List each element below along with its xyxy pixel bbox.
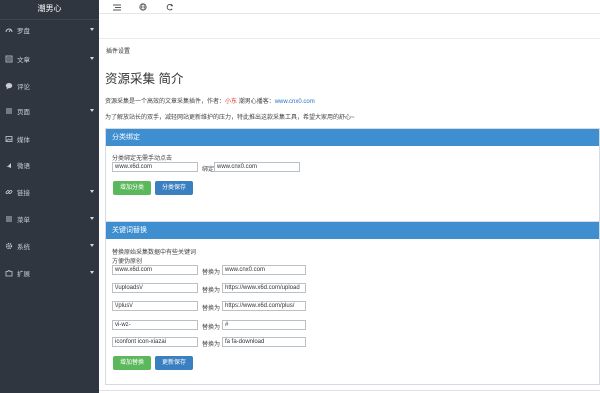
replace-label: 替换为 (202, 306, 221, 312)
sidebar-item-articles[interactable]: 文章 (0, 52, 99, 66)
replace-to-input[interactable]: https://www.x6d.com/plus/ (222, 301, 306, 311)
keyword-replace-panel: 关键词替换 替换原始采集数据中有些关键词 方便伪原创 www.x6d.com 替… (105, 221, 600, 385)
refresh-icon[interactable] (165, 2, 175, 12)
puzzle-icon (4, 269, 13, 278)
replace-label: 替换为 (202, 342, 221, 348)
brand-title[interactable]: 潮男心 (0, 0, 99, 20)
sidebar-item-label: 扩展 (17, 271, 30, 278)
sidebar-item-comments[interactable]: 评论 (0, 79, 99, 93)
replace-from-input[interactable]: vi-wz- (112, 320, 198, 330)
sidebar-item-pages[interactable]: 页面 (0, 104, 99, 118)
blog-link[interactable]: www.cnx0.com (275, 99, 315, 105)
page-icon (4, 107, 13, 116)
chevron-down-icon (90, 244, 94, 247)
replace-from-input[interactable]: www.x6d.com (112, 265, 198, 275)
bind-label: 绑定 (202, 167, 215, 173)
replace-label: 替换为 (202, 288, 221, 294)
intro-text: 资源采集是一个高效的文章采集插件，作者：小东 潮男心播客：www.cnx0.co… (105, 96, 315, 105)
breadcrumb: 插件设置 (106, 49, 131, 55)
link-icon (4, 188, 13, 197)
replace-from-input[interactable]: \/plus\/ (112, 301, 198, 311)
sidebar-item-system[interactable]: 系统 (0, 239, 99, 253)
sidebar-item-label: 微语 (17, 163, 30, 170)
category-source-input[interactable]: www.x6d.com (112, 162, 198, 172)
chevron-down-icon (90, 217, 94, 220)
panel-title: 分类绑定 (106, 129, 599, 146)
globe-icon[interactable] (138, 2, 148, 12)
chevron-down-icon (90, 190, 94, 193)
add-replace-button[interactable]: 增加替换 (113, 356, 151, 370)
gear-icon (4, 242, 13, 251)
replace-to-input[interactable]: fa fa-download (222, 337, 306, 347)
replace-label: 替换为 (202, 325, 221, 331)
dashboard-icon (4, 26, 13, 35)
update-save-button[interactable]: 更新保存 (155, 356, 193, 370)
chevron-down-icon (90, 271, 94, 274)
sidebar-item-label: 文章 (17, 57, 30, 64)
chevron-down-icon (90, 57, 94, 60)
sidebar-item-media[interactable]: 媒体 (0, 132, 99, 146)
sidebar: 潮男心 罗盘 文章 评论 页面 媒体 微语 链接 菜单 系统 扩展 (0, 0, 99, 393)
replace-to-input[interactable]: # (222, 320, 306, 330)
sidebar-item-label: 菜单 (17, 217, 30, 224)
media-icon (4, 135, 13, 144)
sidebar-item-micro-posts[interactable]: 微语 (0, 158, 99, 172)
divider (99, 390, 600, 391)
save-category-button[interactable]: 分类保存 (155, 181, 193, 195)
replace-to-input[interactable]: https://www.x6d.com/upload (222, 283, 306, 293)
keyword-hint-2: 方便伪原创 (112, 259, 143, 265)
author-name[interactable]: 小东 (225, 99, 237, 105)
intro-text-middle: 潮男心播客： (237, 99, 275, 105)
panel-title: 关键词替换 (106, 222, 599, 239)
sidebar-item-label: 罗盘 (17, 28, 30, 35)
sidebar-item-label: 页面 (17, 109, 30, 116)
menu-toggle-icon[interactable] (112, 2, 122, 12)
sidebar-item-label: 系统 (17, 244, 30, 251)
sidebar-item-links[interactable]: 链接 (0, 185, 99, 199)
sidebar-item-label: 评论 (17, 84, 30, 91)
main-content: 插件设置 资源采集 简介 资源采集是一个高效的文章采集插件，作者：小东 潮男心播… (99, 14, 600, 393)
replace-from-input[interactable]: iconfont icon-xiazai (112, 337, 198, 347)
category-target-input[interactable]: www.cnx0.com (214, 162, 300, 172)
sidebar-item-extensions[interactable]: 扩展 (0, 266, 99, 280)
topbar (99, 0, 600, 14)
intro-text-main: 资源采集是一个高效的文章采集插件，作者： (105, 99, 226, 105)
add-category-button[interactable]: 增加分类 (113, 181, 151, 195)
divider (99, 38, 600, 39)
sidebar-item-menus[interactable]: 菜单 (0, 212, 99, 226)
replace-from-input[interactable]: \/uploads\/ (112, 283, 198, 293)
sidebar-item-label: 链接 (17, 190, 30, 197)
replace-to-input[interactable]: www.cnx0.com (222, 265, 306, 275)
sidebar-item-dashboard[interactable]: 罗盘 (0, 23, 99, 37)
category-hint: 分类绑定无需手动点击 (112, 156, 173, 162)
keyword-hint: 替换原始采集数据中有些关键词 (112, 250, 197, 256)
intro-text-2: 为了解放站长的双手，减轻网站更新维护的压力，特此推出这款采集工具，希望大家用的舒… (105, 115, 355, 121)
replace-label: 替换为 (202, 270, 221, 276)
article-icon (4, 55, 13, 64)
page-title: 资源采集 简介 (105, 72, 184, 86)
sidebar-item-label: 媒体 (17, 137, 30, 144)
category-binding-panel: 分类绑定 分类绑定无需手动点击 www.x6d.com 绑定 www.cnx0.… (105, 128, 600, 222)
menu-icon (4, 215, 13, 224)
comment-icon (4, 82, 13, 91)
chevron-down-icon (90, 109, 94, 112)
micro-post-icon (4, 161, 13, 170)
chevron-down-icon (90, 28, 94, 31)
